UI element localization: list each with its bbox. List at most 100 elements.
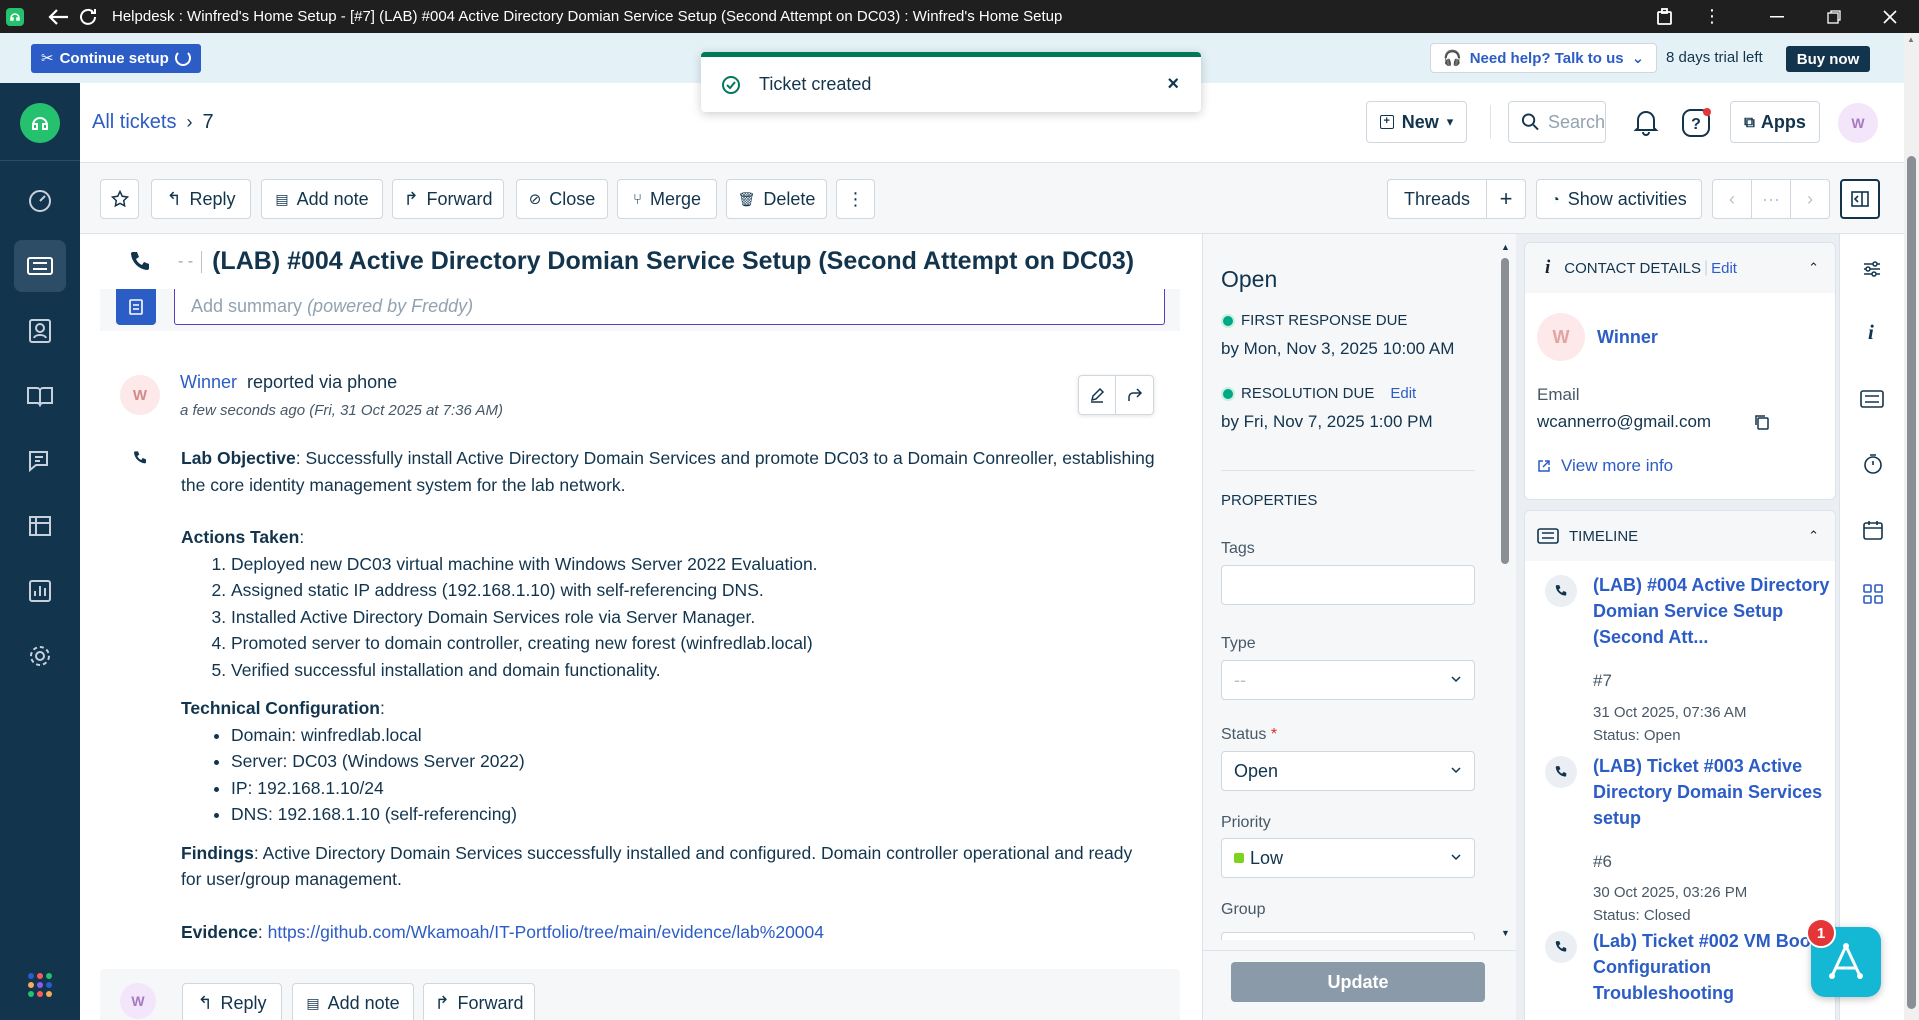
type-value: -- [1234,669,1246,690]
chevron-up-icon[interactable]: ⌃ [1808,260,1819,276]
tags-label: Tags [1221,540,1255,557]
priority-select[interactable]: Low [1221,838,1475,878]
footer-forward-button[interactable]: ↱ Forward [423,983,535,1020]
extensions-icon[interactable] [1653,5,1677,29]
timeline-item[interactable]: (LAB) #004 Active Directory Domian Servi… [1545,575,1835,745]
footer-add-note-button[interactable]: ▤ Add note [292,983,414,1020]
prev-ticket-button[interactable]: ‹ [1712,179,1752,219]
close-ticket-button[interactable]: ⊘ Close [516,179,608,219]
objective-label: Lab Objective [181,448,296,468]
footer-reply-button[interactable]: ↰ Reply [182,983,282,1020]
status-select[interactable]: Open [1221,751,1475,791]
help-icon[interactable]: ? [1680,107,1712,144]
tickets-icon[interactable] [14,240,66,292]
check-circle-icon [722,75,740,94]
update-button[interactable]: Update [1231,962,1485,1002]
dashboard-icon[interactable] [14,175,66,227]
search-placeholder: Search [1547,111,1605,132]
notifications-bell-icon[interactable] [1633,108,1659,141]
more-vertical-icon[interactable]: ⋮ [1700,5,1724,29]
admin-gear-icon[interactable] [14,630,66,682]
restore-icon[interactable] [1822,5,1846,29]
add-note-button[interactable]: ▤ Add note [261,179,383,219]
need-help-dropdown[interactable]: 🎧 Need help? Talk to us ⌄ [1430,43,1658,73]
timeline-item[interactable]: (Lab) Ticket #002 VM Boot Configuration … [1545,931,1835,1020]
product-switcher-icon[interactable] [28,973,52,997]
assets-icon[interactable] [14,500,66,552]
evidence-link[interactable]: https://github.com/Wkamoah/IT-Portfolio/… [268,922,824,942]
summary-input[interactable]: Add summary (powered by Freddy) [174,289,1165,325]
priority-low-dot [1234,853,1244,863]
apps-grid-icon[interactable] [1862,583,1884,610]
continue-setup-button[interactable]: ✂ Continue setup [31,43,201,73]
reply-arrow-icon: ↰ [197,992,213,1013]
resolution-value: by Fri, Nov 7, 2025 1:00 PM [1221,412,1433,431]
buy-now-button[interactable]: Buy now [1786,46,1870,72]
back-arrow-icon[interactable] [46,5,70,29]
activity-icon: ◔ [1551,191,1560,207]
forward-arrow-icon: ↱ [434,992,450,1013]
close-window-icon[interactable] [1878,5,1902,29]
tags-input[interactable] [1221,565,1475,605]
actions-list: Deployed new DC03 virtual machine with W… [181,551,1181,684]
next-ticket-button[interactable]: › [1790,179,1830,219]
page-scrollbar[interactable]: ▲ [1904,33,1919,1020]
calendar-icon[interactable] [1862,519,1884,546]
chevron-down-icon: ▾ [1446,114,1454,129]
list-item: Installed Active Directory Domain Servic… [231,604,1181,631]
timeline-title[interactable]: (Lab) Ticket #002 VM Boot Configuration … [1593,928,1833,1006]
merge-button[interactable]: ⑂ Merge [617,179,717,219]
requester-name[interactable]: Winner [180,372,237,392]
forward-button[interactable]: ↱ Forward [392,179,504,219]
group-select[interactable] [1221,932,1475,940]
type-select[interactable]: -- [1221,660,1475,700]
info-icon[interactable]: i [1868,320,1874,345]
reply-button[interactable]: ↰ Reply [151,179,251,219]
delete-button[interactable]: 🗑 Delete [726,179,827,219]
message-body: Lab Objective: Successfully install Acti… [181,445,1181,945]
scroll-down-icon: ▼ [1501,928,1510,938]
forward-message-icon[interactable] [1116,376,1153,414]
conversations-icon[interactable] [14,435,66,487]
timeline-item[interactable]: (LAB) Ticket #003 Active Directory Domai… [1545,753,1835,924]
knowledge-base-icon[interactable] [14,370,66,422]
threads-label: Threads [1403,188,1471,209]
new-button[interactable]: + New ▾ [1366,101,1467,143]
filter-sliders-icon[interactable] [1862,259,1882,284]
resolution-edit-link[interactable]: Edit [1390,385,1416,402]
breadcrumb-all-tickets[interactable]: All tickets [92,111,176,134]
star-button[interactable] [100,179,139,219]
reload-icon[interactable] [76,5,100,29]
timeline-title[interactable]: (LAB) #004 Active Directory Domian Servi… [1593,572,1833,650]
search-box[interactable]: Search [1508,101,1606,143]
freshdesk-logo[interactable] [20,103,60,143]
edit-pencil-icon[interactable] [1079,376,1117,414]
page-scroll-thumb[interactable] [1907,156,1916,1009]
timeline-title[interactable]: (LAB) Ticket #003 Active Directory Domai… [1593,753,1833,831]
ticket-icon[interactable] [1860,390,1884,413]
reports-icon[interactable] [14,565,66,617]
show-activities-button[interactable]: ◔ Show activities [1536,179,1702,219]
ticket-nav-more-button[interactable]: ··· [1751,179,1791,219]
timeline-card: TIMELINE ⌃ (LAB) #004 Active Directory D… [1524,510,1836,1020]
contacts-icon[interactable] [14,305,66,357]
actions-heading: Actions Taken: [181,527,305,547]
contact-edit-link[interactable]: Edit [1711,260,1737,277]
merge-icon: ⑂ [632,190,642,208]
threads-button[interactable]: Threads [1387,179,1487,219]
toggle-sidebar-button[interactable] [1840,179,1880,219]
toast-close-icon[interactable]: × [1167,73,1179,96]
add-thread-button[interactable]: + [1486,179,1526,219]
scroll-thumb[interactable] [1501,258,1509,564]
contact-name[interactable]: Winner [1597,327,1658,348]
minimize-icon[interactable] [1765,5,1789,29]
timer-icon[interactable] [1862,453,1884,480]
chevron-up-icon[interactable]: ⌃ [1808,528,1819,544]
copy-icon[interactable] [1753,413,1771,431]
more-actions-button[interactable]: ⋮ [836,179,875,219]
props-scrollbar[interactable]: ▲ ▼ [1499,242,1510,938]
user-avatar[interactable]: W [1838,103,1878,143]
apps-button[interactable]: ⧉ Apps [1730,101,1820,143]
view-more-info-link[interactable]: View more info [1537,456,1673,476]
apps-grid-icon: ⧉ [1744,113,1755,131]
